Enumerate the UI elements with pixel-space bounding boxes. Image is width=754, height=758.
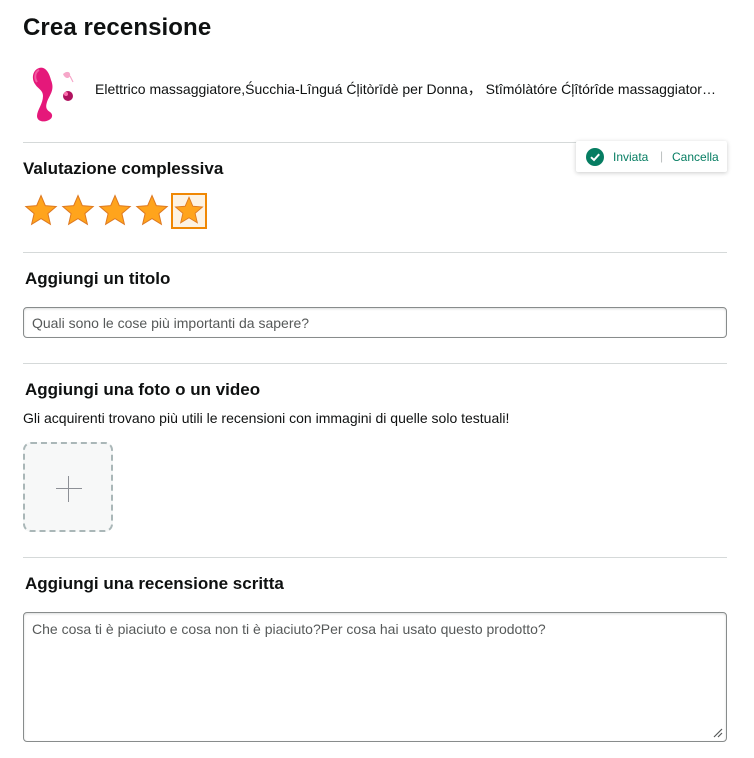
star-3-icon[interactable]	[97, 193, 133, 229]
pink-product-icon	[32, 67, 74, 122]
star-1-icon[interactable]	[23, 193, 59, 229]
toast-separator: |	[660, 149, 664, 163]
star-5-icon[interactable]	[171, 193, 207, 229]
divider	[23, 557, 727, 558]
toast-status: Inviata	[613, 150, 649, 164]
star-2-icon[interactable]	[60, 193, 96, 229]
divider	[23, 252, 727, 253]
page-title: Crea recensione	[23, 14, 212, 41]
check-circle-icon	[586, 148, 604, 166]
media-helper-text: Gli acquirenti trovano più utili le rece…	[23, 410, 510, 426]
review-title-input[interactable]	[23, 307, 727, 338]
review-heading: Aggiungi una recensione scritta	[25, 574, 284, 593]
star-4-icon[interactable]	[134, 193, 170, 229]
divider	[23, 363, 727, 364]
media-heading: Aggiungi una foto o un video	[25, 380, 261, 399]
cancel-link[interactable]: Cancella	[672, 150, 719, 164]
product-row: Elettrico massaggiatore,Śucchia-Lînguá Ć…	[23, 60, 727, 126]
rating-heading: Valutazione complessiva	[23, 159, 224, 178]
saved-toast: Inviata | Cancella	[576, 141, 727, 172]
plus-icon	[68, 476, 69, 502]
product-name[interactable]: Elettrico massaggiatore,Śucchia-Lînguá Ć…	[95, 79, 720, 99]
title-heading: Aggiungi un titolo	[25, 269, 171, 288]
review-text-input[interactable]	[23, 612, 727, 742]
media-upload-button[interactable]	[23, 442, 113, 532]
resize-grip-icon[interactable]	[711, 726, 723, 738]
